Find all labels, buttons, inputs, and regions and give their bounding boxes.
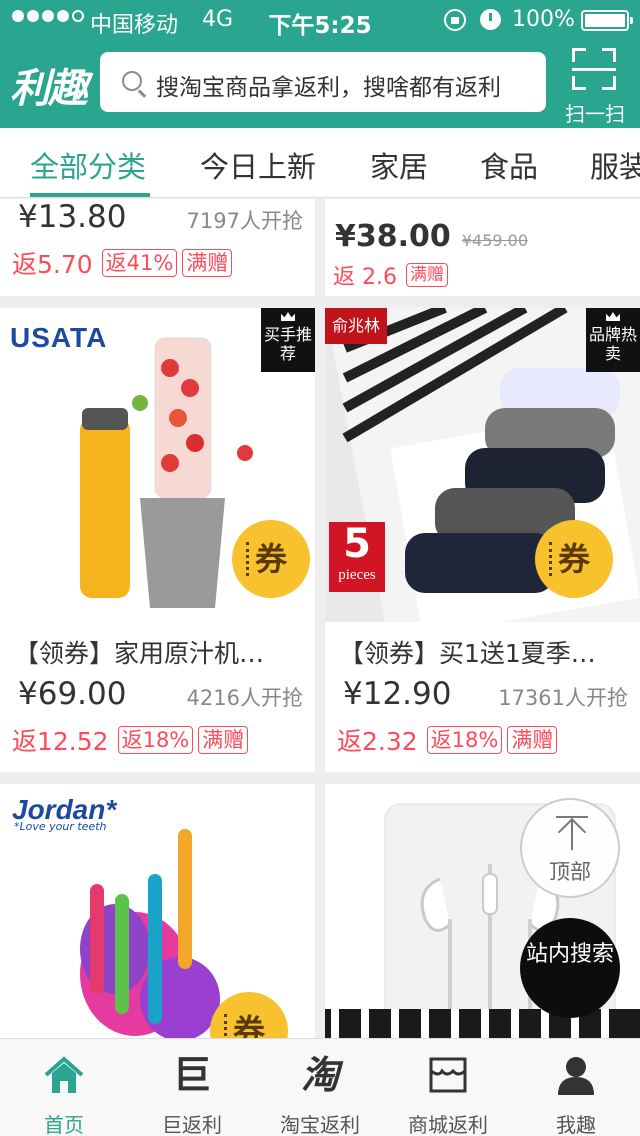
coupon-icon[interactable]: 券: [232, 520, 310, 598]
bottom-nav: 首页 巨 巨返利 淘 淘宝返利 商城返利 我趣: [0, 1038, 640, 1136]
rebate-amount: 返5.70: [12, 250, 93, 279]
battery-percent: 100%: [512, 7, 575, 32]
nav-profile[interactable]: 我趣: [512, 1039, 640, 1136]
product-image: USATA 买手推荐 券: [0, 308, 315, 622]
product-price: ¥12.90: [343, 676, 452, 712]
original-price: ¥459.00: [461, 231, 529, 250]
nav-mall-rebate-label: 商城返利: [408, 1113, 488, 1136]
rebate-percent-tag: 返41%: [101, 249, 178, 277]
search-bar[interactable]: 搜淘宝商品拿返利，搜啥都有返利: [100, 52, 546, 112]
product-card[interactable]: 俞兆林 5 pieces 品牌热卖 券 【领券】买1送1夏季… ¥12.90 1…: [325, 308, 640, 772]
scan-icon: [572, 48, 616, 90]
gift-tag: 满赠: [507, 726, 558, 754]
back-to-top-label: 顶部: [549, 860, 591, 884]
nav-big-rebate-label: 巨返利: [162, 1113, 222, 1136]
category-tabs: 全部分类 今日上新 家居 食品 服装: [0, 128, 640, 198]
scan-label: 扫一扫: [565, 102, 625, 126]
juicer-illustration: [80, 337, 253, 608]
rebate-percent-tag: 返18%: [426, 726, 503, 754]
alarm-icon: [480, 9, 501, 30]
tab-new-today[interactable]: 今日上新: [200, 144, 316, 186]
arrow-up-icon: [556, 814, 588, 852]
rebate-percent-tag: 返18%: [117, 726, 194, 754]
tab-home[interactable]: 家居: [370, 144, 428, 186]
tab-food[interactable]: 食品: [480, 144, 538, 186]
sold-count: 17361人开抢: [498, 686, 628, 710]
nav-profile-label: 我趣: [556, 1113, 596, 1136]
gift-tag: 满赠: [198, 726, 249, 754]
user-icon: [558, 1057, 594, 1095]
brand-logo: 俞兆林: [325, 308, 387, 344]
battery-icon: [581, 10, 633, 31]
product-card[interactable]: USATA 买手推荐 券 【领券】家用原汁机… ¥69.00 4216人开抢 返…: [0, 308, 315, 772]
rebate-amount: 返 2.6: [333, 265, 397, 290]
gift-tag: 满赠: [405, 263, 448, 287]
gift-tag: 满赠: [182, 249, 233, 277]
nav-big-rebate[interactable]: 巨 巨返利: [128, 1039, 256, 1136]
tab-all-categories[interactable]: 全部分类: [30, 144, 146, 186]
coupon-icon[interactable]: 券: [535, 520, 613, 598]
product-price: ¥38.00: [335, 219, 451, 254]
product-price: ¥69.00: [18, 676, 127, 712]
product-image: 俞兆林 5 pieces 品牌热卖 券: [325, 308, 640, 622]
back-to-top-button[interactable]: 顶部: [520, 798, 620, 898]
scan-button[interactable]: 扫一扫: [560, 48, 630, 126]
product-title: 【领券】家用原汁机…: [14, 639, 265, 668]
home-icon: [44, 1056, 84, 1093]
tab-clothing[interactable]: 服装: [590, 144, 640, 186]
sold-count: 7197人开抢: [186, 209, 303, 233]
rebate-amount: 返2.32: [337, 727, 418, 756]
app-header: 中国移动 4G 下午5:25 100% 利趣 搜淘宝商品拿返利，搜啥都有返利 扫…: [0, 0, 640, 128]
ju-icon: 巨: [172, 1053, 211, 1097]
status-bar: 中国移动 4G 下午5:25 100%: [0, 0, 640, 40]
brand-hot-badge: 品牌热卖: [586, 308, 640, 372]
nav-taobao-rebate-label: 淘宝返利: [280, 1113, 360, 1136]
product-title: 【领券】买1送1夏季…: [339, 639, 596, 668]
pieces-badge: 5 pieces: [329, 522, 385, 592]
site-search-button[interactable]: 站内搜索: [520, 918, 620, 1018]
product-card[interactable]: ¥38.00 ¥459.00 返 2.6 满赠: [325, 199, 640, 296]
search-icon: [122, 71, 142, 91]
nav-home-label: 首页: [44, 1113, 84, 1136]
rotation-lock-icon: [444, 9, 466, 31]
search-placeholder: 搜淘宝商品拿返利，搜啥都有返利: [156, 75, 501, 101]
nav-taobao-rebate[interactable]: 淘 淘宝返利: [256, 1039, 384, 1136]
active-tab-indicator: [30, 193, 150, 197]
product-price: ¥13.80: [18, 199, 127, 235]
mall-icon: [429, 1057, 467, 1093]
app-logo[interactable]: 利趣: [10, 56, 88, 114]
product-card[interactable]: ¥13.80 7197人开抢 返5.70 返41% 满赠: [0, 199, 315, 296]
nav-home[interactable]: 首页: [0, 1039, 128, 1136]
product-image: Jordan* *Love your teeth 券: [0, 784, 315, 1044]
tao-icon: 淘: [300, 1053, 339, 1097]
rebate-amount: 返12.52: [12, 727, 109, 756]
product-card[interactable]: Jordan* *Love your teeth 券: [0, 784, 315, 1044]
nav-mall-rebate[interactable]: 商城返利: [384, 1039, 512, 1136]
sold-count: 4216人开抢: [186, 686, 303, 710]
buyer-pick-badge: 买手推荐: [261, 308, 315, 372]
